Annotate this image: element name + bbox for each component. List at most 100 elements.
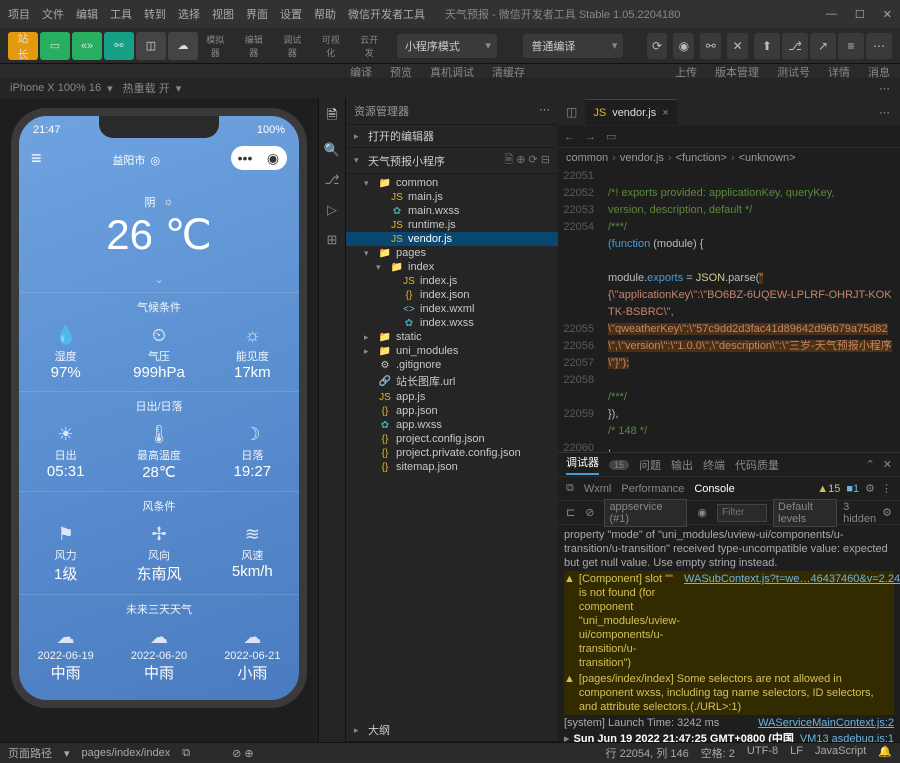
console-line: property "mode" of "uni_modules/uview-ui… xyxy=(564,527,894,571)
target-icon[interactable]: ◉ xyxy=(259,146,287,170)
minimize-icon[interactable]: — xyxy=(826,8,837,21)
tab-wxml[interactable]: Wxml xyxy=(584,483,612,495)
menu-选择[interactable]: 选择 xyxy=(178,6,200,22)
tree-index.wxss[interactable]: ✿index.wxss xyxy=(346,316,558,330)
eye-icon[interactable]: ◉ xyxy=(697,506,707,519)
debug-panel: 调试器 15 问题 输出 终端 代码质量 ⌃✕ ⧉ Wxml Performan… xyxy=(558,452,900,742)
test-icon[interactable]: ↗ xyxy=(810,33,836,59)
search-icon[interactable]: 🔍 xyxy=(324,142,340,158)
tree-index.json[interactable]: {}index.json xyxy=(346,288,558,302)
menu-界面[interactable]: 界面 xyxy=(246,6,268,22)
tree-index.wxml[interactable]: <>index.wxml xyxy=(346,302,558,316)
tree-站长图库.url[interactable]: 🔗站长图库.url xyxy=(346,372,558,390)
menu-帮助[interactable]: 帮助 xyxy=(314,6,336,22)
tree-static[interactable]: ▸📁static xyxy=(346,330,558,344)
ext-icon[interactable]: ⊞ xyxy=(327,232,338,248)
msg-icon[interactable]: ⋯ xyxy=(866,33,892,59)
mode-select[interactable]: 小程序模式 xyxy=(397,34,497,58)
split-icon[interactable]: ◫ xyxy=(562,105,581,119)
tree-app.json[interactable]: {}app.json xyxy=(346,404,558,418)
tab-vendor-js[interactable]: JSvendor.js× xyxy=(585,99,676,125)
sun-icon: ☼ xyxy=(163,196,173,208)
tree-main.wxss[interactable]: ✿main.wxss xyxy=(346,204,558,218)
panel-close-icon[interactable]: ✕ xyxy=(883,458,892,471)
open-editors[interactable]: ▸打开的编辑器 xyxy=(346,125,558,148)
tree-pages[interactable]: ▾📁pages xyxy=(346,246,558,260)
tab-console[interactable]: Console xyxy=(694,483,734,495)
realdebug-icon[interactable]: ⚯ xyxy=(700,33,721,59)
tab-perf[interactable]: Performance xyxy=(621,483,684,495)
code-area[interactable]: 2205122052220532205422055220562205722058… xyxy=(558,168,900,452)
menu-icon[interactable]: ≡ xyxy=(31,148,42,169)
menu-设置[interactable]: 设置 xyxy=(280,6,302,22)
tab-debugger[interactable]: 调试器 xyxy=(566,454,599,475)
top-icon[interactable]: ⊏ xyxy=(566,506,575,519)
menu-编辑[interactable]: 编辑 xyxy=(76,6,98,22)
explorer-icon[interactable]: 🗎 xyxy=(327,106,337,128)
console-line: ▲[pages/index/index] Some selectors are … xyxy=(564,671,894,715)
close-icon[interactable]: ✕ xyxy=(883,8,892,21)
compile-icon[interactable]: ⟳ xyxy=(647,33,668,59)
tree-project.config.json[interactable]: {}project.config.json xyxy=(346,432,558,446)
project-root[interactable]: ▾天气预报小程序🗎 ⊕ ⟳ ⊟ xyxy=(346,148,558,174)
phone-frame[interactable]: 21:47100% ≡ 益阳市 ◎ •••◉ 阴☼ 26 ℃ ⌄ 气候条件💧湿度… xyxy=(11,108,307,708)
editor-button[interactable]: «» xyxy=(72,32,102,60)
tab-more-icon[interactable]: ⋯ xyxy=(873,106,896,119)
tree-runtime.js[interactable]: JSruntime.js xyxy=(346,218,558,232)
tab-terminal[interactable]: 终端 xyxy=(703,457,725,473)
filter-input[interactable] xyxy=(717,504,767,522)
tree-app.js[interactable]: JSapp.js xyxy=(346,390,558,404)
details-icon[interactable]: ≡ xyxy=(838,33,864,59)
menu-文件[interactable]: 文件 xyxy=(42,6,64,22)
compile-select[interactable]: 普通编译 xyxy=(523,34,623,58)
breadcrumb[interactable]: common›vendor.js›<function>›<unknown> xyxy=(558,148,900,168)
tree-app.wxss[interactable]: ✿app.wxss xyxy=(346,418,558,432)
upload-icon[interactable]: ⬆ xyxy=(754,33,780,59)
tree-index.js[interactable]: JSindex.js xyxy=(346,274,558,288)
tree-sitemap.json[interactable]: {}sitemap.json xyxy=(346,460,558,474)
debugger-button[interactable]: ⚯ xyxy=(104,32,134,60)
simulator-button[interactable]: ▭ xyxy=(40,32,70,60)
console-gear-icon[interactable]: ⚙ xyxy=(882,506,892,519)
menu-微信开发者工具[interactable]: 微信开发者工具 xyxy=(348,6,425,22)
copy-icon[interactable]: ⧉ xyxy=(182,747,190,760)
elements-icon[interactable]: ⧉ xyxy=(566,482,574,495)
back-icon[interactable]: ← xyxy=(564,131,575,143)
menu-视图[interactable]: 视图 xyxy=(212,6,234,22)
tab-output[interactable]: 输出 xyxy=(671,457,693,473)
gear-icon[interactable]: ⚙ xyxy=(865,482,875,495)
debug-icon[interactable]: ▷ xyxy=(327,202,337,218)
tree-.gitignore[interactable]: ⚙.gitignore xyxy=(346,358,558,372)
context-select[interactable]: appservice (#1) xyxy=(604,499,687,527)
clear-icon[interactable]: ✕ xyxy=(727,33,748,59)
chevron-down-icon[interactable]: ⌄ xyxy=(19,267,299,292)
visual-button[interactable]: ◫ xyxy=(136,32,166,60)
tree-common[interactable]: ▾📁common xyxy=(346,176,558,190)
console-line: ▸Sun Jun 19 2022 21:47:25 GMT+0800 (中国标准… xyxy=(564,731,894,742)
tree-uni_modules[interactable]: ▸📁uni_modules xyxy=(346,344,558,358)
tab-quality[interactable]: 代码质量 xyxy=(735,457,779,473)
levels-select[interactable]: Default levels xyxy=(773,499,837,527)
maximize-icon[interactable]: ☐ xyxy=(855,8,865,21)
tab-problems[interactable]: 问题 xyxy=(639,457,661,473)
tree-vendor.js[interactable]: JSvendor.js xyxy=(346,232,558,246)
tree-main.js[interactable]: JSmain.js xyxy=(346,190,558,204)
cloud-button[interactable]: ☁ xyxy=(168,32,198,60)
location-icon[interactable]: ◎ xyxy=(150,155,160,167)
version-icon[interactable]: ⎇ xyxy=(782,33,808,59)
tree-project.private.config.json[interactable]: {}project.private.config.json xyxy=(346,446,558,460)
clear-console-icon[interactable]: ⊘ xyxy=(585,506,594,519)
git-icon[interactable]: ⎇ xyxy=(325,172,340,188)
bookmark-icon[interactable]: ▭ xyxy=(606,130,616,143)
bell-icon[interactable]: 🔔 xyxy=(878,745,892,761)
device-select[interactable]: iPhone X 100% 16 xyxy=(10,82,101,94)
menu-项目[interactable]: 项目 xyxy=(8,6,30,22)
more-icon[interactable]: ••• xyxy=(231,146,259,170)
preview-icon[interactable]: ◉ xyxy=(673,33,694,59)
fwd-icon[interactable]: → xyxy=(585,131,596,143)
titlebar: 项目文件编辑工具转到选择视图界面设置帮助微信开发者工具 天气预报 - 微信开发者… xyxy=(0,0,900,28)
tree-index[interactable]: ▾📁index xyxy=(346,260,558,274)
logo-button[interactable]: 站长 xyxy=(8,32,38,60)
menu-工具[interactable]: 工具 xyxy=(110,6,132,22)
menu-转到[interactable]: 转到 xyxy=(144,6,166,22)
